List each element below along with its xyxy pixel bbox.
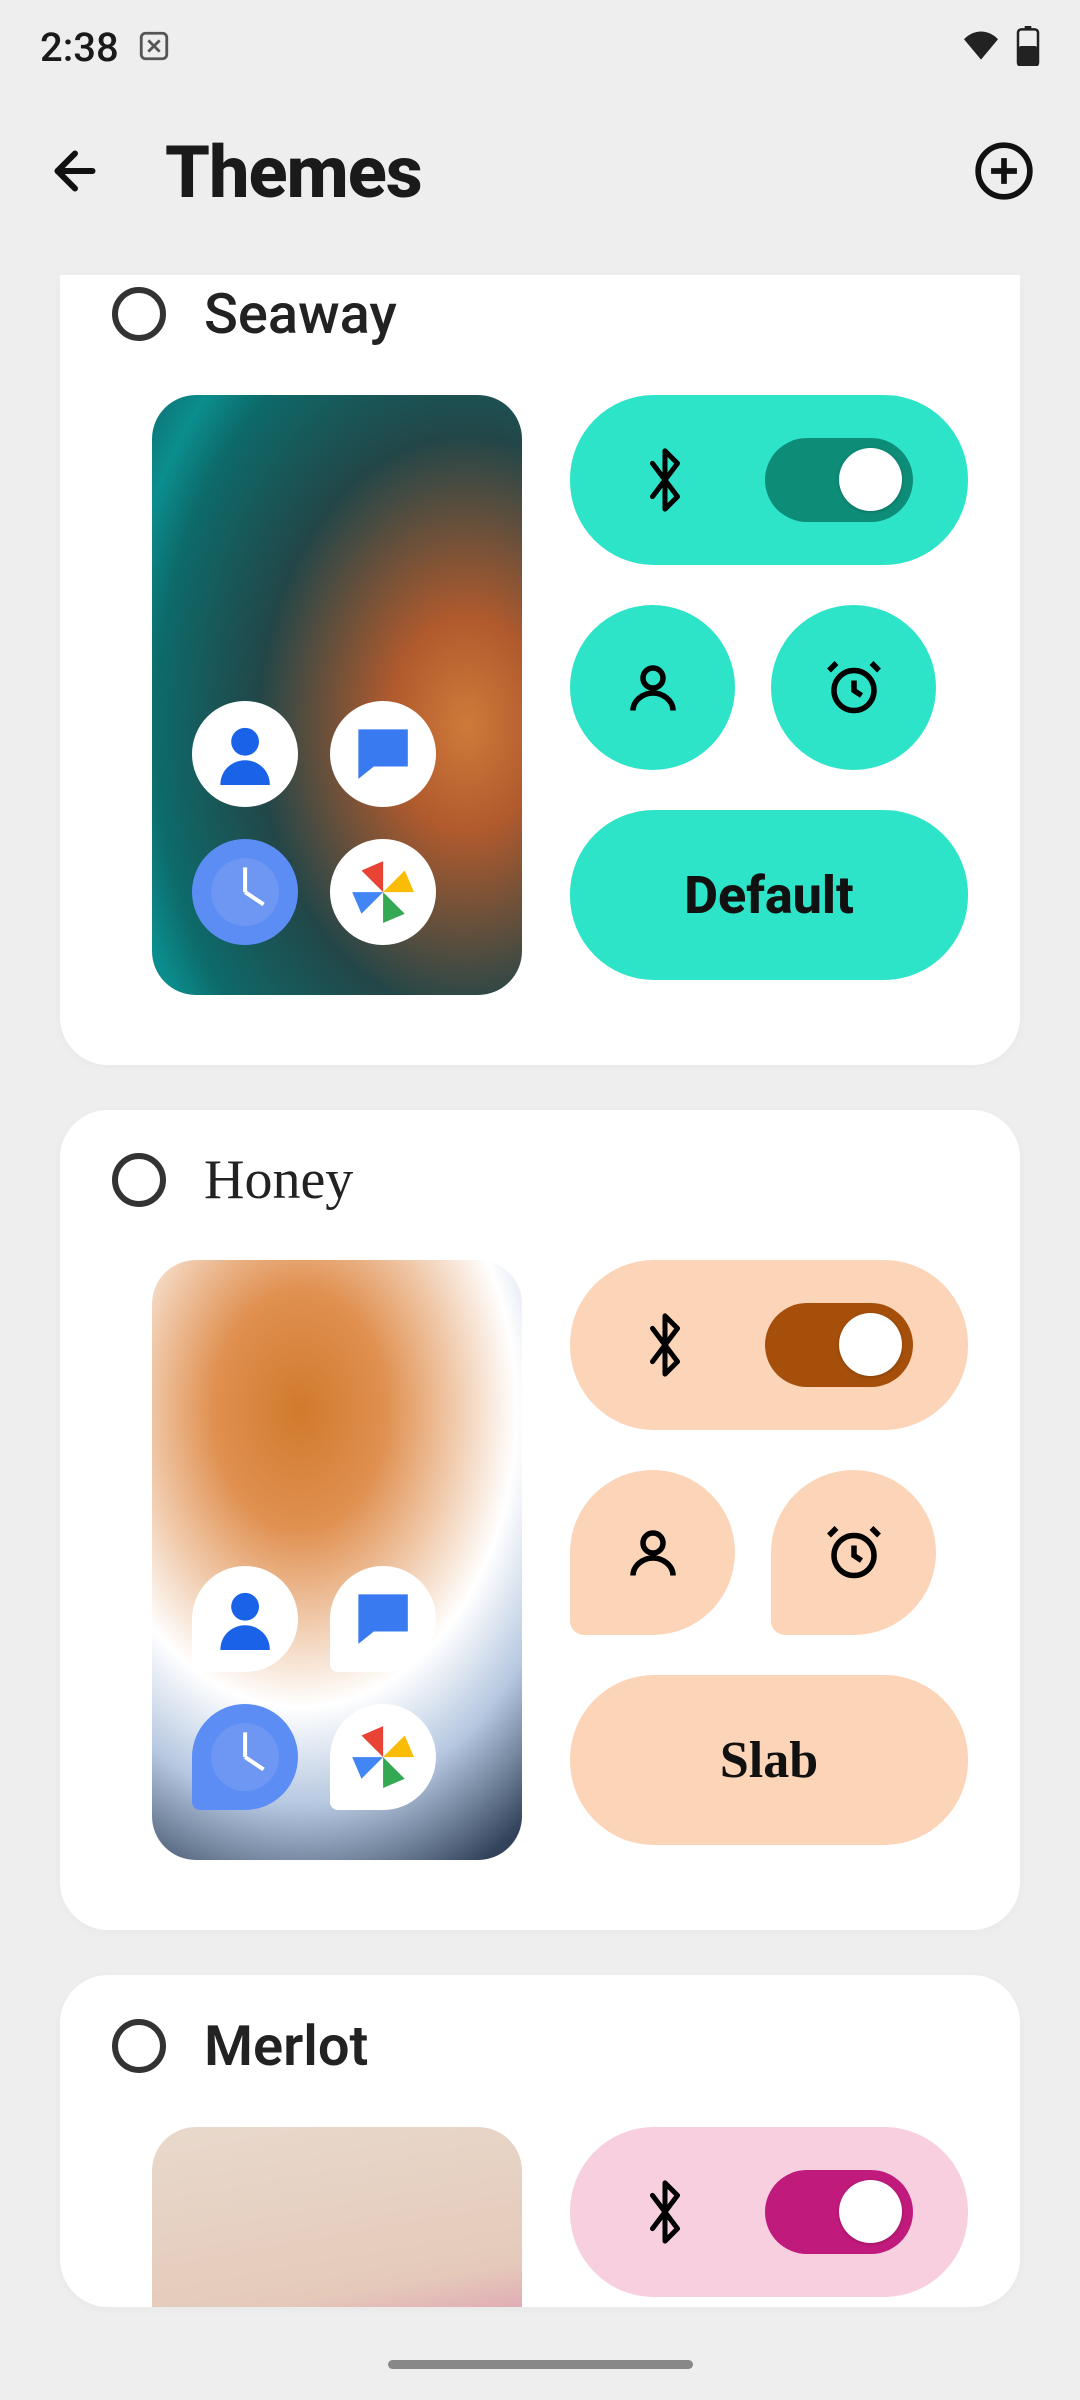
theme-name-label: Seaway [204, 281, 397, 347]
contact-shortcut-preview [570, 1470, 735, 1635]
app-header: Themes [0, 95, 1080, 275]
alarm-shortcut-preview [771, 1470, 936, 1635]
toggle-knob [839, 448, 902, 511]
add-icon[interactable] [973, 140, 1035, 206]
toggle-track [765, 1303, 913, 1387]
contacts-icon [192, 1566, 298, 1672]
theme-name-label: Merlot [204, 2013, 368, 2079]
toggle-knob [839, 1313, 902, 1376]
bluetooth-toggle-preview [570, 2127, 968, 2297]
contact-shortcut-preview [570, 605, 735, 770]
toggle-track [765, 2170, 913, 2254]
theme-name-label: Honey [204, 1148, 353, 1212]
wallpaper-preview [152, 395, 522, 995]
battery-icon [1016, 26, 1040, 70]
status-bar: 2:38 [0, 0, 1080, 95]
toggle-track [765, 438, 913, 522]
photos-icon [330, 1704, 436, 1810]
bluetooth-icon [640, 2178, 690, 2246]
theme-card-honey[interactable]: Honey Slab [60, 1110, 1020, 1930]
theme-radio-merlot[interactable] [112, 2019, 166, 2073]
font-preview: Slab [570, 1675, 968, 1845]
bluetooth-toggle-preview [570, 395, 968, 565]
messages-icon [330, 701, 436, 807]
font-preview: Default [570, 810, 968, 980]
bluetooth-icon [640, 1311, 690, 1379]
theme-radio-seaway[interactable] [112, 287, 166, 341]
contacts-icon [192, 701, 298, 807]
clock-icon [192, 839, 298, 945]
toggle-knob [839, 2180, 902, 2243]
nav-handle[interactable] [388, 2360, 693, 2369]
bluetooth-icon [640, 446, 690, 514]
app-icons-preview [192, 701, 436, 945]
wifi-icon [960, 29, 1002, 67]
wallpaper-preview [152, 2127, 522, 2307]
status-time: 2:38 [40, 24, 119, 71]
photos-icon [330, 839, 436, 945]
themes-list[interactable]: Seaway Default [0, 275, 1080, 2307]
clock-icon [192, 1704, 298, 1810]
alarm-shortcut-preview [771, 605, 936, 770]
navigation-bar [0, 2360, 1080, 2400]
messages-icon [330, 1566, 436, 1672]
back-icon[interactable] [45, 141, 105, 205]
app-icons-preview [192, 1566, 436, 1810]
bluetooth-toggle-preview [570, 1260, 968, 1430]
theme-card-merlot[interactable]: Merlot [60, 1975, 1020, 2307]
page-title: Themes [165, 130, 913, 215]
theme-card-seaway[interactable]: Seaway Default [60, 275, 1020, 1065]
wallpaper-preview [152, 1260, 522, 1860]
theme-radio-honey[interactable] [112, 1153, 166, 1207]
do-not-disturb-icon [137, 29, 171, 67]
